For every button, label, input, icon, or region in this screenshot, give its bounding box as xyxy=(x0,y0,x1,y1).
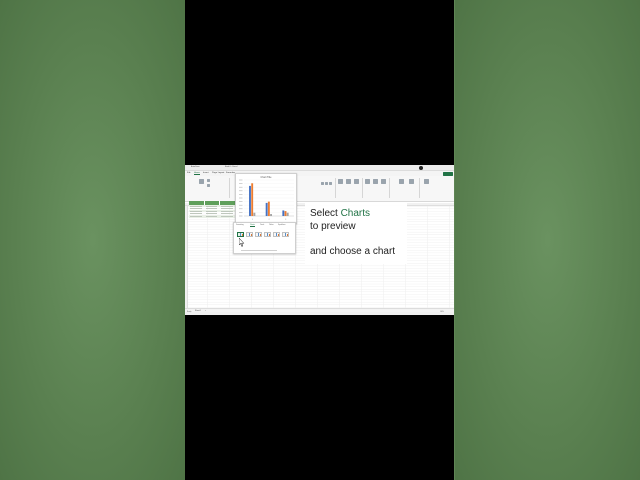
ribbon-divider xyxy=(229,178,230,198)
qa-tab-sparklines[interactable]: Sparklines xyxy=(278,225,285,226)
tutorial-caption: Select Charts to preview and choose a ch… xyxy=(305,202,407,264)
tab-page-layout[interactable]: Page Layout xyxy=(212,172,224,174)
quick-analysis-tabs: Formatting Charts Totals Tables Sparklin… xyxy=(236,225,294,229)
caption-highlight: Charts xyxy=(340,208,371,219)
x-tick-label: 2 xyxy=(268,219,270,221)
qa-tab-totals[interactable]: Totals xyxy=(260,225,264,226)
delete-cells-icon[interactable] xyxy=(373,179,378,184)
qa-tab-tables[interactable]: Tables xyxy=(269,225,274,226)
data-table[interactable] xyxy=(189,201,237,218)
tab-file[interactable]: File xyxy=(187,172,191,174)
caption-line-3: and choose a chart xyxy=(310,246,396,257)
row-headers xyxy=(185,206,188,310)
document-title: Book1 - Excel xyxy=(225,166,238,168)
cell-styles-icon[interactable] xyxy=(354,179,359,184)
status-ready: Ready xyxy=(187,312,192,314)
chart-bar xyxy=(270,214,272,216)
copy-icon[interactable] xyxy=(207,184,210,187)
align-center-icon[interactable] xyxy=(325,182,328,185)
y-tick-label xyxy=(239,201,243,202)
share-button[interactable] xyxy=(443,172,453,176)
y-tick-label xyxy=(239,190,243,192)
qa-chart-option[interactable]: Clustered... xyxy=(255,232,262,239)
chart-plot: 1 2 3 xyxy=(239,179,294,221)
chart-bar xyxy=(286,212,289,216)
caption-line-2: to preview xyxy=(310,221,356,232)
qa-chart-option[interactable]: Stacked... xyxy=(264,232,271,239)
ribbon xyxy=(185,176,454,202)
align-right-icon[interactable] xyxy=(329,182,332,185)
find-select-icon[interactable] xyxy=(409,179,414,184)
chart-bar xyxy=(282,210,285,216)
y-tick-label xyxy=(239,179,243,181)
chart-preview: Chart Title 123 xyxy=(235,173,297,224)
qa-chart-option[interactable]: Stacked... xyxy=(246,232,253,239)
chart-bar xyxy=(253,212,256,216)
y-tick-label xyxy=(239,186,243,188)
paste-icon[interactable] xyxy=(199,179,204,184)
sort-filter-icon[interactable] xyxy=(399,179,404,184)
status-bar: Ready 100% xyxy=(185,312,454,315)
chart-bar xyxy=(284,211,287,216)
tab-home[interactable]: Home xyxy=(194,172,200,175)
chart-bar xyxy=(251,183,254,216)
caption-line-1: Select Charts xyxy=(310,208,371,219)
qa-more-charts[interactable]: More... xyxy=(282,232,289,239)
ribbon-divider xyxy=(389,178,390,198)
conditional-formatting-icon[interactable] xyxy=(338,179,343,184)
align-left-icon[interactable] xyxy=(321,182,324,185)
format-cells-icon[interactable] xyxy=(381,179,386,184)
format-as-table-icon[interactable] xyxy=(346,179,351,184)
mouse-pointer-icon xyxy=(239,238,245,247)
ribbon-divider xyxy=(362,178,363,198)
zoom-level[interactable]: 100% xyxy=(440,312,444,313)
blurred-background-left xyxy=(0,0,185,480)
qa-tab-formatting[interactable]: Formatting xyxy=(236,225,244,226)
blurred-background-right xyxy=(455,0,640,480)
y-tick-label xyxy=(239,208,243,210)
insert-cells-icon[interactable] xyxy=(365,179,370,184)
y-tick-label xyxy=(239,215,243,217)
x-tick-label: 3 xyxy=(285,219,287,221)
qa-chart-option[interactable]: Clustered... xyxy=(273,232,280,239)
table-row[interactable] xyxy=(189,214,236,218)
y-tick-label xyxy=(239,212,243,213)
qa-tab-charts[interactable]: Charts xyxy=(250,225,255,227)
y-tick-label xyxy=(239,197,243,199)
chart-bar xyxy=(249,185,251,216)
chart-bar xyxy=(267,201,270,216)
cut-icon[interactable] xyxy=(207,179,210,182)
avatar[interactable] xyxy=(419,166,423,170)
tab-insert[interactable]: Insert xyxy=(203,172,208,174)
chart-bar xyxy=(265,202,268,216)
app-name: AutoSave xyxy=(191,166,200,168)
analyze-data-icon[interactable] xyxy=(424,179,429,184)
quick-analysis-description xyxy=(241,250,277,251)
y-tick-label xyxy=(239,194,243,195)
ribbon-divider xyxy=(335,178,336,198)
ribbon-divider xyxy=(419,178,420,198)
tab-formulas[interactable]: Formulas xyxy=(226,172,235,174)
y-tick-label xyxy=(239,204,243,206)
excel-window: AutoSave Book1 - Excel File Home Insert … xyxy=(185,165,454,315)
x-tick-label: 1 xyxy=(252,219,254,221)
y-tick-label xyxy=(239,183,243,184)
